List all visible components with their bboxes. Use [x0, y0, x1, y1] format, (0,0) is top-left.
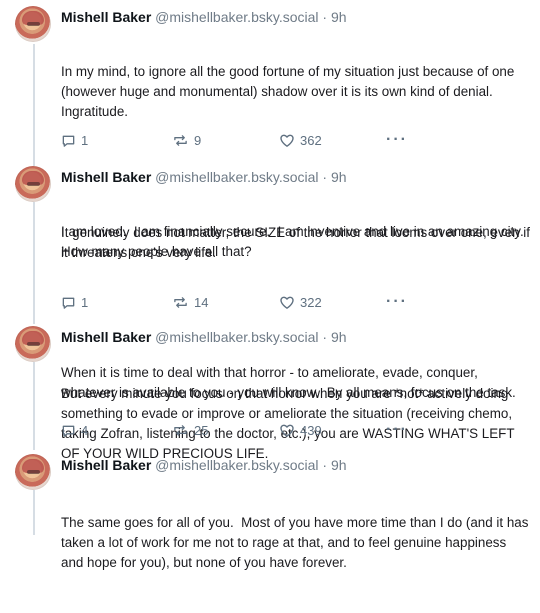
more-options-button[interactable]: ···	[386, 293, 408, 311]
repost-count: 9	[194, 132, 202, 148]
like-count: 439	[300, 422, 322, 438]
like-button[interactable]: 362	[279, 131, 322, 149]
heart-icon	[280, 296, 294, 309]
post-paragraph: It genuinely does not matter, the SIZE o…	[61, 225, 534, 260]
post-text: The same goes for all of you. Most of yo…	[61, 473, 531, 613]
post-4[interactable]: Mishell Baker @mishellbaker.bsky.social …	[0, 454, 540, 570]
repost-button[interactable]: 25	[172, 421, 208, 439]
author-handle[interactable]: @mishellbaker.bsky.social	[155, 329, 318, 345]
reply-icon	[62, 297, 75, 309]
repost-icon	[174, 424, 187, 436]
author-name[interactable]: Mishell Baker	[61, 329, 151, 345]
heart-icon	[280, 424, 294, 437]
more-options-icon: ···	[386, 131, 408, 148]
reply-count: 1	[81, 294, 89, 310]
post-paragraph: The same goes for all of you. Most of yo…	[61, 515, 533, 570]
reply-count: 4	[81, 422, 89, 438]
bluesky-thread: Mishell Baker @mishellbaker.bsky.social …	[0, 0, 540, 570]
heart-icon	[280, 134, 294, 147]
avatar[interactable]	[15, 166, 51, 202]
avatar[interactable]	[15, 454, 51, 490]
like-button[interactable]: 322	[279, 293, 322, 311]
post-3[interactable]: Mishell Baker @mishellbaker.bsky.social …	[0, 326, 540, 461]
separator-dot: ·	[322, 329, 328, 345]
like-count: 362	[300, 132, 322, 148]
like-count: 322	[300, 294, 322, 310]
repost-count: 14	[194, 294, 209, 310]
post-header: Mishell Baker @mishellbaker.bsky.social …	[61, 456, 347, 474]
more-options-button[interactable]: ···	[386, 131, 408, 149]
reply-button[interactable]: 1	[61, 293, 88, 311]
reply-icon	[62, 135, 75, 147]
more-options-button[interactable]: ···	[386, 421, 408, 439]
post-1[interactable]: Mishell Baker @mishellbaker.bsky.social …	[0, 6, 540, 259]
reply-count: 1	[81, 132, 89, 148]
like-button[interactable]: 439	[279, 421, 322, 439]
repost-button[interactable]: 14	[172, 293, 208, 311]
more-options-icon: ···	[386, 421, 408, 438]
avatar[interactable]	[15, 6, 51, 42]
post-paragraph: In my mind, to ignore all the good fortu…	[61, 64, 519, 119]
post-time[interactable]: 9h	[331, 457, 347, 473]
separator-dot: ·	[322, 457, 328, 473]
repost-count: 25	[194, 422, 209, 438]
repost-icon	[174, 296, 187, 308]
post-2[interactable]: Mishell Baker @mishellbaker.bsky.social …	[0, 166, 540, 400]
reply-icon	[62, 425, 75, 437]
more-options-icon: ···	[386, 293, 408, 310]
post-time[interactable]: 9h	[331, 329, 347, 345]
repost-button[interactable]: 9	[172, 131, 201, 149]
reply-button[interactable]: 1	[61, 131, 88, 149]
repost-icon	[174, 134, 187, 146]
author-handle[interactable]: @mishellbaker.bsky.social	[155, 457, 318, 473]
avatar[interactable]	[15, 326, 51, 362]
reply-button[interactable]: 4	[61, 421, 88, 439]
author-name[interactable]: Mishell Baker	[61, 457, 151, 473]
